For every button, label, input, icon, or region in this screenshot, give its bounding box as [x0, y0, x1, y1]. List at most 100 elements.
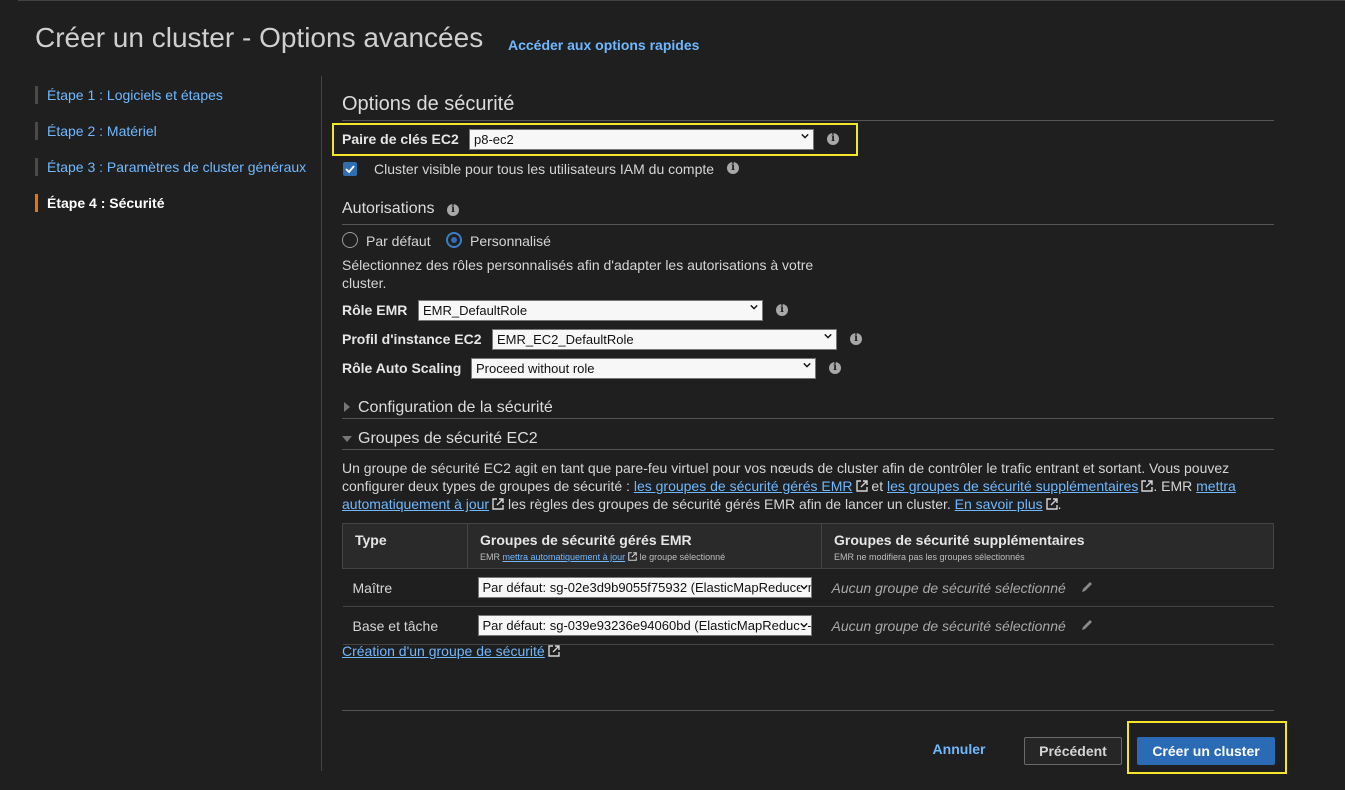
radio-default-label: Par défaut	[366, 233, 431, 249]
info-icon[interactable]: i	[850, 333, 862, 345]
keypair-value: p8-ec2	[474, 132, 514, 147]
intro-text: les règles des groupes de sécurité gérés…	[507, 496, 951, 512]
intro-text: configurer deux types de groupes de sécu…	[342, 478, 630, 494]
page-title: Créer un cluster - Options avancées	[35, 22, 484, 53]
create-cluster-button[interactable]: Créer un cluster	[1137, 737, 1275, 765]
permissions-description-cont: cluster.	[342, 275, 387, 291]
chevron-down-icon	[801, 133, 809, 139]
footer-divider	[342, 710, 1274, 711]
col-managed: Groupes de sécurité gérés EMR EMR mettra…	[467, 523, 822, 569]
row-additional: Aucun groupe de sécurité sélectionné	[821, 606, 1274, 645]
col-managed-title: Groupes de sécurité gérés EMR	[480, 532, 692, 548]
col-type: Type	[342, 523, 468, 569]
ec2-profile-label: Profil d'instance EC2	[342, 331, 482, 347]
radio-default[interactable]	[342, 232, 358, 248]
row-managed: Par défaut: sg-039e93236e94060bd (Elasti…	[467, 606, 822, 645]
ec2-groups-intro-line3: automatiquement à jour les règles des gr…	[342, 496, 1062, 512]
quick-options-link[interactable]: Accéder aux options rapides	[508, 37, 699, 53]
keypair-label: Paire de clés EC2	[342, 131, 459, 147]
table-row: Maître Par défaut: sg-02e3d9b9055f75932 …	[342, 568, 1274, 607]
external-link-icon	[1045, 498, 1058, 510]
auto-update-link[interactable]: automatiquement à jour	[342, 496, 489, 512]
info-icon[interactable]: i	[829, 362, 841, 374]
ec2-groups-intro: Un groupe de sécurité EC2 agit en tant q…	[342, 460, 1230, 476]
additional-groups-link[interactable]: les groupes de sécurité supplémentaires	[887, 478, 1138, 494]
radio-custom-label: Personnalisé	[470, 233, 551, 249]
visible-checkbox[interactable]	[343, 162, 357, 176]
row-type: Base et tâche	[342, 606, 468, 645]
keypair-select[interactable]: p8-ec2	[469, 129, 814, 150]
external-link-icon	[628, 552, 637, 561]
edit-pencil-icon[interactable]	[1080, 618, 1094, 632]
info-icon[interactable]: i	[727, 162, 739, 174]
chevron-down-icon	[799, 583, 808, 591]
ec2-profile-value: EMR_EC2_DefaultRole	[497, 332, 634, 347]
intro-text: . EMR	[1153, 478, 1193, 494]
emr-role-label: Rôle EMR	[342, 302, 408, 318]
autoscaling-label: Rôle Auto Scaling	[342, 360, 462, 376]
previous-button[interactable]: Précédent	[1024, 737, 1122, 765]
edit-pencil-icon[interactable]	[1080, 580, 1094, 594]
section-divider	[342, 449, 1274, 450]
autoscaling-select[interactable]: Proceed without role	[471, 358, 816, 379]
external-link-icon	[1141, 480, 1154, 492]
step-2-link[interactable]: Étape 2 : Matériel	[35, 122, 325, 140]
learn-more-link[interactable]: En savoir plus	[955, 496, 1043, 512]
section-divider	[342, 120, 1274, 121]
caret-right-icon[interactable]	[343, 402, 351, 412]
security-config-toggle[interactable]: Configuration de la sécurité	[358, 399, 553, 417]
check-icon	[345, 165, 355, 174]
section-divider	[342, 418, 1274, 419]
emr-role-value: EMR_DefaultRole	[423, 303, 528, 318]
autoscaling-value: Proceed without role	[476, 361, 595, 376]
info-icon[interactable]: i	[776, 304, 788, 316]
caret-down-icon[interactable]	[342, 435, 352, 443]
top-divider	[18, 0, 1345, 1]
managed-group-select[interactable]: Par défaut: sg-02e3d9b9055f75932 (Elasti…	[477, 577, 812, 598]
security-groups-table: Type Groupes de sécurité gérés EMR EMR m…	[342, 523, 1274, 645]
step-4-current: Étape 4 : Sécurité	[35, 194, 325, 212]
subtitle-text: le groupe sélectionné	[639, 552, 726, 562]
ec2-profile-select[interactable]: EMR_EC2_DefaultRole	[492, 329, 837, 350]
emr-role-select[interactable]: EMR_DefaultRole	[418, 300, 763, 321]
row-managed: Par défaut: sg-02e3d9b9055f75932 (Elasti…	[467, 568, 822, 607]
section-divider	[342, 224, 1274, 225]
row-additional: Aucun groupe de sécurité sélectionné	[821, 568, 1274, 607]
permissions-description: Sélectionnez des rôles personnalisés afi…	[342, 257, 814, 273]
table-header-row: Type Groupes de sécurité gérés EMR EMR m…	[342, 523, 1274, 569]
table-row: Base et tâche Par défaut: sg-039e93236e9…	[342, 606, 1274, 645]
chevron-down-icon	[803, 362, 811, 368]
external-link-icon	[548, 645, 560, 657]
create-group-row: Création d'un groupe de sécurité	[342, 643, 560, 659]
sidebar-divider	[321, 76, 322, 771]
subtitle-text: EMR	[480, 552, 500, 562]
create-security-group-link[interactable]: Création d'un groupe de sécurité	[342, 643, 545, 659]
additional-group-value: Aucun groupe de sécurité sélectionné	[831, 579, 1066, 596]
managed-group-value: Par défaut: sg-039e93236e94060bd (Elasti…	[482, 618, 812, 633]
col-additional: Groupes de sécurité supplémentaires EMR …	[821, 523, 1274, 569]
info-icon[interactable]: i	[447, 204, 459, 216]
additional-group-value: Aucun groupe de sécurité sélectionné	[831, 617, 1066, 634]
external-link-icon	[492, 498, 504, 510]
intro-text: et	[871, 478, 884, 494]
step-3-link[interactable]: Étape 3 : Paramètres de cluster généraux	[35, 158, 325, 176]
col-additional-subtitle: EMR ne modifiera pas les groupes sélecti…	[834, 552, 1025, 562]
step-1-link[interactable]: Étape 1 : Logiciels et étapes	[35, 86, 325, 104]
cancel-button[interactable]: Annuler	[922, 741, 996, 761]
auto-update-link[interactable]: mettra	[1196, 478, 1236, 494]
chevron-down-icon	[799, 621, 808, 629]
visible-checkbox-label: Cluster visible pour tous les utilisateu…	[374, 161, 715, 177]
info-icon[interactable]: i	[827, 133, 839, 145]
managed-groups-link[interactable]: les groupes de sécurité gérés EMR	[634, 478, 853, 494]
wizard-steps: Étape 1 : Logiciels et étapes Étape 2 : …	[35, 86, 325, 230]
external-link-icon	[855, 480, 868, 492]
permissions-heading: Autorisations	[342, 200, 435, 217]
ec2-groups-toggle[interactable]: Groupes de sécurité EC2	[358, 430, 538, 448]
col-additional-title: Groupes de sécurité supplémentaires	[834, 532, 1085, 548]
radio-custom[interactable]	[446, 232, 462, 248]
auto-update-link[interactable]: mettra automatiquement à jour	[503, 552, 626, 562]
security-options-heading: Options de sécurité	[342, 93, 515, 115]
chevron-down-icon	[750, 304, 758, 310]
row-type: Maître	[342, 568, 468, 607]
managed-group-select[interactable]: Par défaut: sg-039e93236e94060bd (Elasti…	[477, 615, 812, 636]
